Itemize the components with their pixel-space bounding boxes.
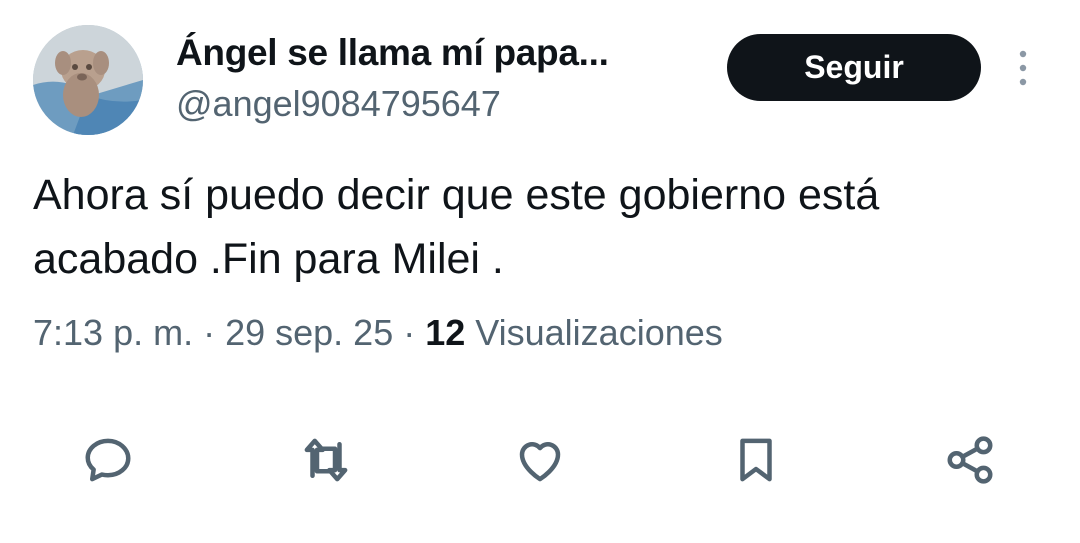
tweet-meta: 7:13 p. m. · 29 sep. 25 · 12 Visualizaci… xyxy=(33,312,723,354)
more-vertical-icon[interactable] xyxy=(1011,48,1035,88)
avatar[interactable] xyxy=(33,25,143,135)
display-name[interactable]: Ángel se llama mí papa... xyxy=(176,32,609,74)
reply-button[interactable] xyxy=(78,430,138,490)
dog-photo-avatar-icon xyxy=(33,25,143,135)
tweet-text-line: Ahora sí puedo decir que este gobierno e… xyxy=(33,171,880,219)
retweet-button[interactable] xyxy=(296,430,356,490)
tweet-time[interactable]: 7:13 p. m. xyxy=(33,312,193,353)
views-label: Visualizaciones xyxy=(465,312,723,353)
views-count: 12 xyxy=(425,312,466,353)
tweet-date[interactable]: 29 sep. 25 xyxy=(225,312,393,353)
follow-button[interactable]: Seguir xyxy=(727,34,981,101)
like-button[interactable] xyxy=(510,430,570,490)
bookmark-icon xyxy=(740,438,772,482)
retweet-icon xyxy=(304,438,348,482)
bookmark-button[interactable] xyxy=(726,430,786,490)
share-icon xyxy=(947,436,993,484)
share-button[interactable] xyxy=(940,430,1000,490)
user-handle[interactable]: @angel9084795647 xyxy=(176,83,501,125)
reply-icon xyxy=(85,438,131,482)
tweet-text-line: acabado .Fin para Milei . xyxy=(33,235,504,283)
meta-separator: · xyxy=(393,312,426,353)
meta-separator: · xyxy=(193,312,226,353)
heart-icon xyxy=(519,442,561,482)
tweet-text: Ahora sí puedo decir que este gobierno e… xyxy=(33,163,1053,291)
